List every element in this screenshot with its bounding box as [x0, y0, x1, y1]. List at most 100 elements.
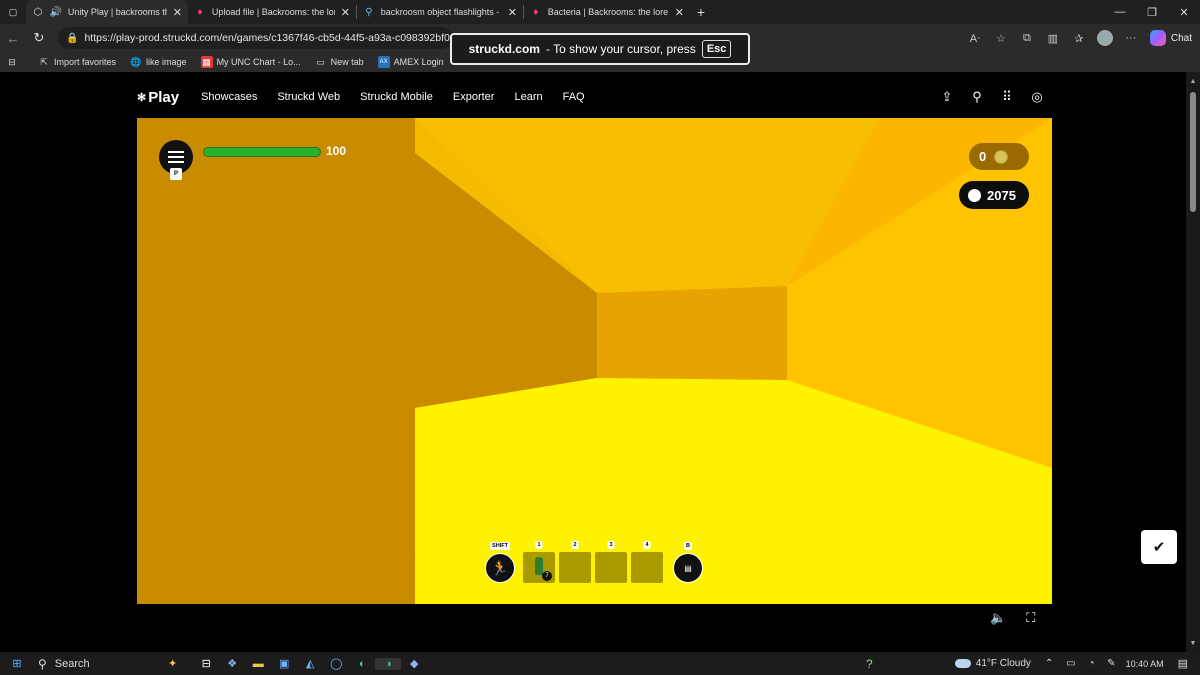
split-screen-icon[interactable]: ▥ [1040, 25, 1066, 51]
scroll-down-icon[interactable]: ▼ [1186, 636, 1200, 650]
favorite-like-image[interactable]: 🌐 like image [130, 56, 186, 68]
orb-icon [968, 188, 981, 202]
nav-learn[interactable]: Learn [514, 91, 542, 103]
tab-upload-file[interactable]: ♦ Upload file | Backrooms: the lore ✕ [188, 0, 356, 24]
account-icon[interactable]: ◎ [1022, 89, 1052, 105]
more-icon[interactable]: ··· [1118, 25, 1144, 51]
tab-title: Upload file | Backrooms: the lore [211, 7, 335, 17]
profile-button[interactable] [1092, 25, 1118, 51]
app-icon[interactable]: ◆ [401, 657, 427, 670]
close-window-icon[interactable]: ✕ [1168, 0, 1200, 24]
fullscreen-icon[interactable]: ⛶ [1026, 610, 1035, 626]
tab-title: Bacteria | Backrooms: the lore Wi [547, 7, 669, 17]
item-count: 7 [542, 571, 552, 581]
avatar [1096, 30, 1113, 46]
close-tab-icon[interactable]: ✕ [173, 6, 182, 19]
hotbar-sprint[interactable]: SHIFT 🏃 [485, 542, 515, 583]
refresh-button[interactable]: ↻ [26, 25, 52, 51]
favorite-label: New tab [330, 57, 364, 67]
tab-search[interactable]: ⚲ backroosm object flashlights - Se ✕ [357, 0, 523, 24]
shield-check-icon: ✔ [1152, 539, 1166, 556]
tab-bacteria[interactable]: ♦ Bacteria | Backrooms: the lore Wi ✕ [524, 0, 690, 24]
favorites-icon[interactable]: ✰ [1066, 25, 1092, 51]
edge-active-icon[interactable]: ◑ [375, 657, 402, 670]
hotbar-slot-2[interactable]: 2 [559, 541, 591, 583]
sparkle-icon[interactable]: ✦ [168, 657, 177, 670]
hotbar: SHIFT 🏃 1 7 2 3 4 B ▤ [485, 541, 707, 583]
edge-icon[interactable]: ◐ [349, 658, 375, 670]
file-explorer-icon[interactable]: ▬ [245, 658, 271, 670]
favorite-amex[interactable]: AX AMEX Login [377, 56, 444, 68]
start-button[interactable]: ⊞ [4, 657, 30, 670]
menu-line [168, 156, 184, 158]
apps-grid-icon[interactable]: ⠿ [992, 89, 1022, 105]
close-tab-icon[interactable]: ✕ [508, 6, 517, 19]
share-icon[interactable]: ⇪ [932, 89, 962, 105]
shield-check-button[interactable]: ✔ [1141, 530, 1177, 564]
plus-icon: + [696, 4, 706, 20]
logo-text: Play [148, 88, 180, 106]
widgets-icon[interactable]: ❖ [219, 657, 245, 670]
notification-icon[interactable]: ▤ [1178, 657, 1188, 670]
nav-faq[interactable]: FAQ [563, 91, 585, 103]
close-tab-icon[interactable]: ✕ [341, 6, 350, 19]
display-icon[interactable]: ▭ [1066, 658, 1075, 669]
minimize-icon[interactable]: — [1104, 0, 1136, 24]
nav-showcases[interactable]: Showcases [201, 91, 257, 103]
close-tab-icon[interactable]: ✕ [675, 6, 684, 19]
favorite-import[interactable]: ⇱ Import favorites [38, 56, 116, 68]
scroll-up-icon[interactable]: ▲ [1186, 74, 1200, 88]
page-scrollbar[interactable]: ▲ ▼ [1186, 72, 1200, 652]
notice-message: - To show your cursor, press [545, 42, 696, 56]
favorite-unc-chart[interactable]: ▦ My UNC Chart - Lo... [200, 56, 301, 68]
page-content: ✻ Play Showcases Struckd Web Struckd Mob… [0, 72, 1186, 652]
tab-unity-play[interactable]: ⬡ 🔊 Unity Play | backrooms the lo ✕ [26, 0, 188, 24]
slot-box [559, 552, 591, 583]
slot-box [595, 552, 627, 583]
tab-actions-button[interactable]: ▢ [0, 0, 26, 24]
wifi-icon[interactable]: ◔ [1088, 658, 1094, 669]
extensions-icon[interactable]: ⧉ [1014, 25, 1040, 51]
store-icon[interactable]: ▣ [271, 657, 297, 670]
weather-widget[interactable]: 41°F Cloudy [954, 658, 1031, 669]
cortana-icon[interactable]: ◯ [323, 657, 349, 670]
clock[interactable]: 10:40 AM [1126, 659, 1164, 669]
hotbar-map[interactable]: B ▤ [673, 542, 703, 583]
task-view-icon[interactable]: ⊟ [193, 657, 219, 670]
game-canvas[interactable]: P 100 0 2075 SHIFT 🏃 1 7 2 3 4 B ▤ [137, 118, 1052, 604]
read-aloud-icon[interactable]: Aᐧ [962, 25, 988, 51]
search-icon[interactable]: ⚲ [962, 89, 992, 105]
tab-bar: ▢ ⬡ 🔊 Unity Play | backrooms the lo ✕ ♦ … [0, 0, 1200, 24]
url-input[interactable]: 🔒 https://play-prod.struckd.com/en/games… [58, 27, 453, 49]
player-controls: 🔈 ⛶ [990, 610, 1035, 626]
nav-struckd-web[interactable]: Struckd Web [277, 91, 340, 103]
restore-icon[interactable]: ❐ [1136, 0, 1168, 24]
volume-icon[interactable]: 🔈 [990, 610, 1006, 626]
cloud-icon [954, 659, 971, 668]
hotbar-slot-4[interactable]: 4 [631, 541, 663, 583]
copilot-chat-button[interactable]: Chat [1149, 30, 1192, 46]
hotbar-slot-3[interactable]: 3 [595, 541, 627, 583]
favorite-star-icon[interactable]: ☆ [988, 25, 1014, 51]
help-icon[interactable]: ? [866, 657, 873, 671]
new-tab-button[interactable]: + [690, 0, 712, 24]
site-logo[interactable]: ✻ Play [137, 89, 179, 106]
chevron-up-icon[interactable]: ⌃ [1045, 658, 1053, 669]
sidebar-toggle[interactable]: ⊟ [6, 56, 22, 68]
taskbar-search[interactable]: ⚲ Search [38, 657, 168, 671]
search-icon: ⚲ [365, 6, 373, 18]
pen-icon[interactable]: ✎ [1107, 658, 1115, 669]
nav-exporter[interactable]: Exporter [453, 91, 495, 103]
score-counter: 2075 [959, 181, 1029, 209]
coin-icon [994, 149, 1009, 164]
nav-struckd-mobile[interactable]: Struckd Mobile [360, 91, 433, 103]
photos-icon[interactable]: ◭ [297, 657, 323, 670]
hotbar-slot-1[interactable]: 1 7 [523, 541, 555, 583]
map-icon: ▤ [673, 553, 703, 583]
scroll-thumb[interactable] [1190, 92, 1196, 212]
fandom-icon: ♦ [533, 6, 539, 18]
favorite-new-tab[interactable]: ▭ New tab [315, 56, 364, 68]
back-button[interactable]: ← [0, 25, 26, 51]
chat-label: Chat [1170, 32, 1192, 44]
favorite-label: AMEX Login [393, 57, 444, 67]
